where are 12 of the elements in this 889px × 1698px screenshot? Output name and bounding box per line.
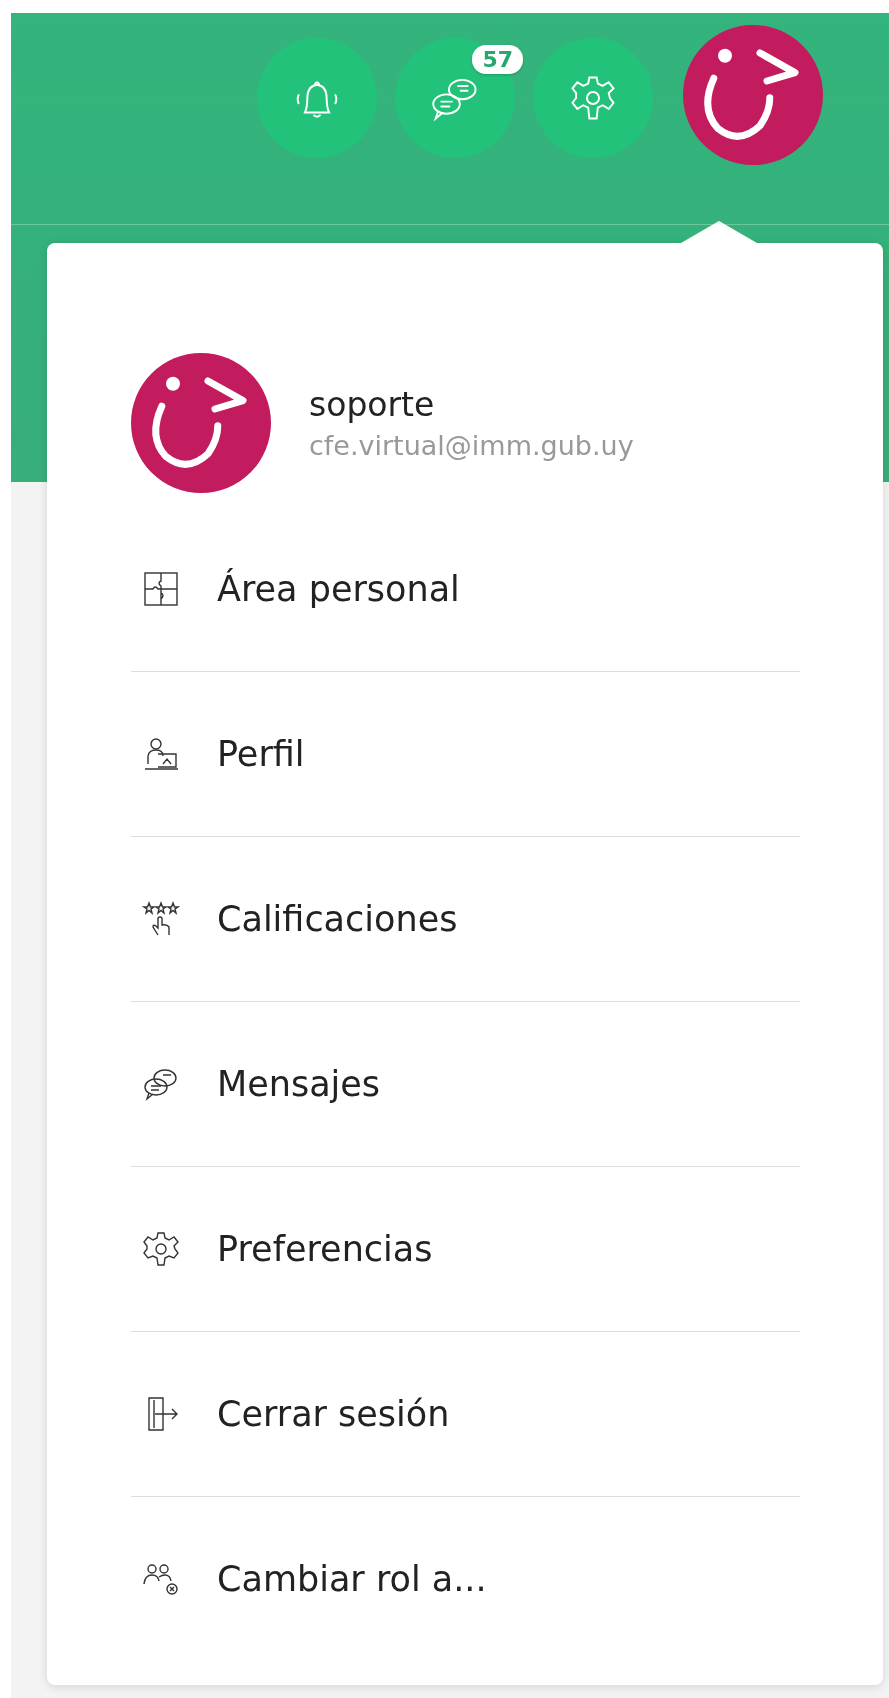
menu-item[interactable]: Cerrar sesión bbox=[131, 1331, 800, 1496]
menu-item[interactable]: Preferencias bbox=[131, 1166, 800, 1331]
unread-count-badge: 57 bbox=[472, 45, 523, 74]
settings-icon bbox=[141, 1229, 181, 1269]
user-name: soporte bbox=[309, 385, 436, 424]
menu-item[interactable]: Área personal bbox=[131, 507, 800, 671]
menu-item[interactable]: Mensajes bbox=[131, 1001, 800, 1166]
puzzle-icon bbox=[141, 569, 181, 609]
user-email: cfe.virtual@imm.gub.uy bbox=[309, 430, 634, 461]
menu-item[interactable]: Cambiar rol a... bbox=[131, 1496, 800, 1661]
menu-item[interactable]: Perfil bbox=[131, 671, 800, 836]
menu-item[interactable]: Calificaciones bbox=[131, 836, 800, 1001]
